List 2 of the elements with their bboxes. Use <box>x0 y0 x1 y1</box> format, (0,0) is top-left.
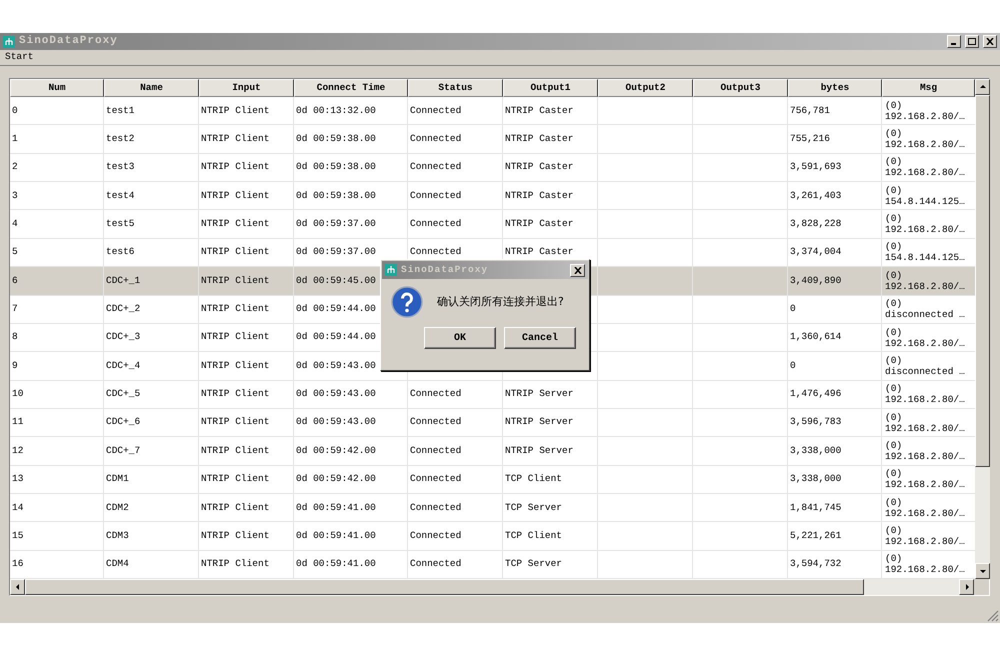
dialog-message: 确认关闭所有连接并退出? <box>437 294 564 310</box>
window-title: SinoDataProxy <box>19 34 119 50</box>
